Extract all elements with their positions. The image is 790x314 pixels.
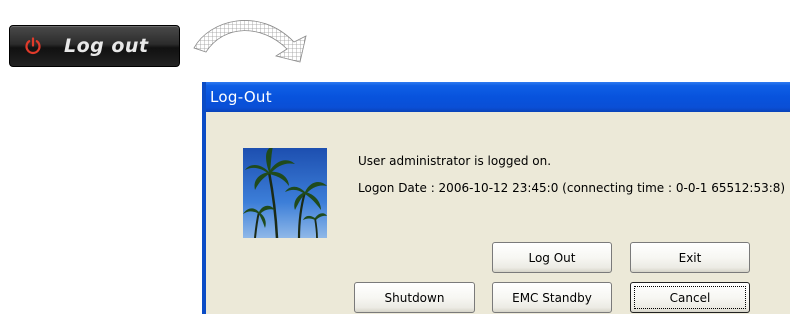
emc-standby-button[interactable]: EMC Standby (492, 282, 612, 313)
dialog-body: User administrator is logged on. Logon D… (206, 112, 790, 314)
palm-trees-icon (243, 148, 327, 238)
power-icon (18, 31, 48, 61)
log-out-dialog: Log-Out User administrator is logged on.… (202, 82, 790, 314)
curved-arrow-icon (184, 8, 324, 68)
logon-date-text: Logon Date : 2006-10-12 23:45:0 (connect… (358, 181, 786, 195)
dialog-titlebar: Log-Out (206, 82, 790, 112)
cancel-button[interactable]: Cancel (630, 282, 750, 313)
focus-rectangle (634, 286, 746, 309)
log-out-label: Log out (64, 35, 149, 57)
log-out-button[interactable]: Log out (9, 25, 180, 67)
logged-on-user-text: User administrator is logged on. (358, 154, 552, 168)
log-out-confirm-button[interactable]: Log Out (492, 242, 612, 273)
shutdown-button[interactable]: Shutdown (354, 282, 475, 313)
exit-button[interactable]: Exit (630, 242, 750, 273)
